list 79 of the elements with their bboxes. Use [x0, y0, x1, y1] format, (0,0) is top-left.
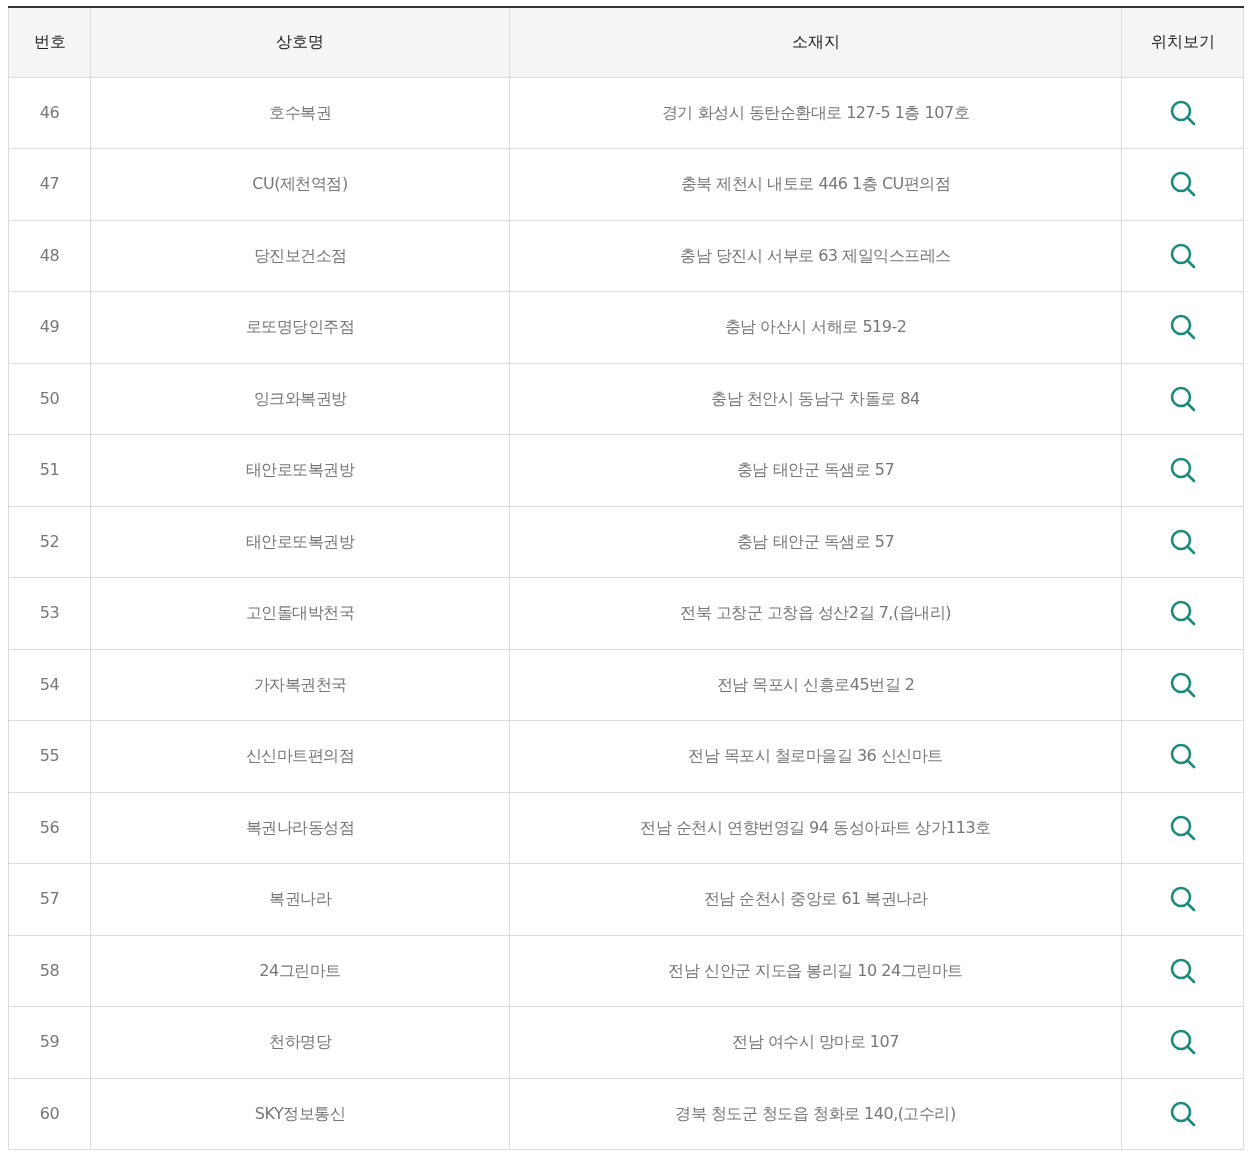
search-button[interactable] — [1168, 456, 1197, 485]
search-button[interactable] — [1168, 599, 1197, 628]
row-number: 58 — [39, 960, 60, 980]
search-button[interactable] — [1168, 885, 1197, 914]
store-name: 태안로또복권방 — [245, 460, 355, 480]
column-header: 번호 — [33, 32, 66, 52]
search-icon — [1168, 742, 1197, 771]
search-icon — [1168, 599, 1197, 628]
store-address: 충남 아산시 서해로 519-2 — [724, 317, 907, 337]
store-address: 전남 목포시 신흥로45번길 2 — [716, 674, 915, 694]
row-number: 54 — [39, 674, 60, 694]
store-address: 충북 제천시 내토로 446 1층 CU편의점 — [680, 174, 951, 194]
search-button[interactable] — [1168, 313, 1197, 342]
row-number: 49 — [39, 317, 60, 337]
store-name: SKY정보통신 — [254, 1103, 346, 1123]
search-icon — [1168, 885, 1197, 914]
row-number: 55 — [39, 746, 60, 766]
store-name: 당진보건소점 — [253, 245, 347, 265]
store-address: 충남 태안군 독샘로 57 — [736, 460, 895, 480]
search-icon — [1168, 456, 1197, 485]
store-address: 경기 화성시 동탄순환대로 127-5 1층 107호 — [661, 102, 970, 122]
search-button[interactable] — [1168, 241, 1197, 270]
search-button[interactable] — [1168, 98, 1197, 127]
store-address: 충남 태안군 독샘로 57 — [736, 531, 895, 551]
search-button[interactable] — [1168, 813, 1197, 842]
search-button[interactable] — [1168, 384, 1197, 413]
row-number: 46 — [39, 102, 60, 122]
store-name: 신신마트편의점 — [245, 746, 355, 766]
search-button[interactable] — [1168, 670, 1197, 699]
search-icon — [1168, 527, 1197, 556]
store-name: 복권나라 — [269, 889, 331, 909]
row-number: 50 — [39, 388, 60, 408]
row-number: 48 — [39, 245, 60, 265]
store-address: 충남 당진시 서부로 63 제일익스프레스 — [680, 245, 951, 265]
search-icon — [1168, 170, 1197, 199]
column-header: 소재지 — [791, 32, 840, 52]
store-address: 충남 천안시 동남구 차돌로 84 — [711, 388, 920, 408]
search-button[interactable] — [1168, 1099, 1197, 1128]
row-number: 57 — [39, 889, 60, 909]
store-name: 복권나라동성점 — [245, 817, 355, 837]
column-header: 위치보기 — [1150, 32, 1215, 52]
column-header: 상호명 — [276, 32, 324, 52]
row-number: 51 — [39, 460, 60, 480]
store-name: 고인돌대박천국 — [245, 603, 355, 623]
search-button[interactable] — [1168, 527, 1197, 556]
store-address: 전남 순천시 중앙로 61 복권나라 — [703, 889, 928, 909]
store-address: 전남 신안군 지도읍 봉리길 10 24그린마트 — [668, 960, 963, 980]
row-number: 52 — [39, 531, 60, 551]
store-name: 잉크와복권방 — [253, 388, 347, 408]
store-name: 천하명당 — [269, 1032, 331, 1052]
store-address: 경북 청도군 청도읍 청화로 140,(고수리) — [675, 1103, 956, 1123]
row-number: 59 — [39, 1032, 60, 1052]
search-icon — [1168, 1028, 1197, 1057]
search-icon — [1168, 813, 1197, 842]
search-icon — [1168, 313, 1197, 342]
store-address: 전남 여수시 망마로 107 — [732, 1032, 899, 1052]
store-name: 24그린마트 — [259, 960, 341, 980]
store-address: 전남 순천시 연향번영길 94 동성아파트 상가113호 — [640, 817, 991, 837]
store-name: 호수복권 — [269, 102, 331, 122]
search-button[interactable] — [1168, 170, 1197, 199]
search-button[interactable] — [1168, 956, 1197, 985]
search-icon — [1168, 241, 1197, 270]
search-button[interactable] — [1168, 1028, 1197, 1057]
search-icon — [1168, 98, 1197, 127]
store-name: 로또명당인주점 — [245, 317, 355, 337]
search-button[interactable] — [1168, 742, 1197, 771]
row-number: 56 — [39, 817, 60, 837]
search-icon — [1168, 384, 1197, 413]
store-name: CU(제천역점) — [252, 174, 348, 194]
search-icon — [1168, 670, 1197, 699]
row-number: 47 — [39, 174, 60, 194]
store-name: 태안로또복권방 — [245, 531, 355, 551]
store-address: 전남 목포시 철로마을길 36 신신마트 — [688, 746, 943, 766]
store-name: 가자복권천국 — [253, 674, 347, 694]
search-icon — [1168, 956, 1197, 985]
row-number: 60 — [39, 1103, 60, 1123]
store-address: 전북 고창군 고창읍 성산2길 7,(읍내리) — [680, 603, 951, 623]
row-number: 53 — [39, 603, 60, 623]
search-icon — [1168, 1099, 1197, 1128]
